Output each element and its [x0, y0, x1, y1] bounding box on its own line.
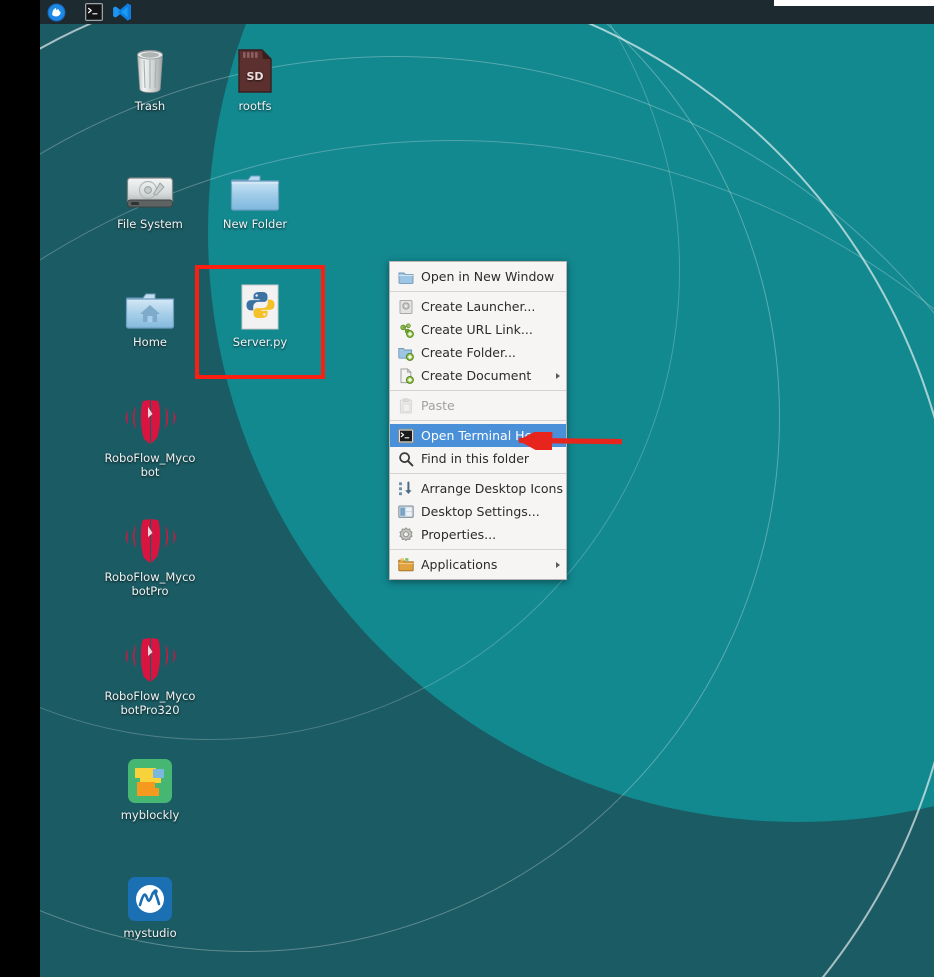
desktop-icon-label: rootfs: [238, 99, 272, 113]
menu-item-create-document[interactable]: Create Document: [390, 364, 566, 387]
desktop-icon-label: Home: [133, 335, 167, 349]
new-document-icon: [397, 367, 414, 384]
menu-item-label: Find in this folder: [421, 451, 530, 466]
desktop-icon-label: Server.py: [232, 335, 288, 349]
paste-icon: [397, 397, 414, 414]
menu-item-applications[interactable]: Applications: [390, 553, 566, 576]
menu-item-open-terminal-here[interactable]: Open Terminal Here: [390, 424, 566, 447]
roboflow-icon: [96, 636, 204, 684]
roboflow-icon: [96, 398, 204, 446]
menu-item-label: Properties...: [421, 527, 497, 542]
panel-separator: [72, 1, 78, 23]
desktop-icon-server-py[interactable]: Server.py: [206, 282, 314, 350]
menu-item-create-url-link[interactable]: Create URL Link...: [390, 318, 566, 341]
desktop-icon-file-system[interactable]: File System: [96, 164, 204, 232]
menu-item-create-launcher[interactable]: Create Launcher...: [390, 295, 566, 318]
terminal-icon[interactable]: [82, 1, 106, 23]
desktop-icon-roboflow-mycobotpro320[interactable]: RoboFlow_Myco botPro320: [96, 636, 204, 717]
menu-item-open-in-new-window[interactable]: Open in New Window: [390, 265, 566, 288]
top-panel[interactable]: [40, 0, 934, 24]
desktop-icon-label: File System: [117, 217, 183, 231]
desktop-icon-label: New Folder: [222, 217, 288, 231]
panel-right-strip: [774, 0, 934, 6]
menu-item-arrange-desktop-icons[interactable]: Arrange Desktop Icons: [390, 477, 566, 500]
menu-item-label: Open Terminal Here: [421, 428, 545, 443]
menu-item-label: Desktop Settings...: [421, 504, 540, 519]
menu-separator: [390, 390, 566, 391]
whisker-menu-icon[interactable]: [44, 1, 68, 23]
menu-item-label: Create Folder...: [421, 345, 516, 360]
desktop-icon-rootfs[interactable]: SD rootfs: [201, 46, 309, 114]
roboflow-icon: [96, 517, 204, 565]
menu-separator: [390, 420, 566, 421]
menu-separator: [390, 549, 566, 550]
menu-item-desktop-settings[interactable]: Desktop Settings...: [390, 500, 566, 523]
vscode-icon[interactable]: [110, 1, 134, 23]
desktop-icon-home[interactable]: Home: [96, 282, 204, 350]
home-folder-icon: [96, 282, 204, 330]
properties-gear-icon: [397, 526, 414, 543]
arrange-icon: [397, 480, 414, 497]
sd-card-icon: SD: [201, 46, 309, 94]
screen: Trash SD rootfs File System New Folder H…: [0, 0, 934, 977]
desktop-icon-label: myblockly: [120, 808, 180, 822]
menu-item-label: Create URL Link...: [421, 322, 533, 337]
svg-text:SD: SD: [246, 70, 263, 83]
search-icon: [397, 450, 414, 467]
desktop-context-menu[interactable]: Open in New Window Create Launcher... Cr…: [389, 261, 567, 580]
menu-item-properties[interactable]: Properties...: [390, 523, 566, 546]
desktop-icon-label: Trash: [134, 99, 166, 113]
url-link-icon: [397, 321, 414, 338]
menu-item-label: Arrange Desktop Icons: [421, 481, 563, 496]
submenu-arrow-icon: [556, 372, 560, 379]
desktop-icon-myblockly[interactable]: myblockly: [96, 755, 204, 823]
folder-open-icon: [397, 268, 414, 285]
desktop-icon-label: RoboFlow_Myco bot: [104, 451, 196, 479]
desktop-icon-label: RoboFlow_Myco botPro: [104, 570, 196, 598]
menu-separator: [390, 291, 566, 292]
desktop-icon-roboflow-mycobot[interactable]: RoboFlow_Myco bot: [96, 398, 204, 479]
menu-item-label: Paste: [421, 398, 455, 413]
new-folder-icon: [397, 344, 414, 361]
trash-icon: [96, 46, 204, 94]
folder-icon: [201, 164, 309, 212]
desktop-icon-new-folder[interactable]: New Folder: [201, 164, 309, 232]
desktop-settings-icon: [397, 503, 414, 520]
terminal-icon: [397, 427, 414, 444]
desktop-icon-label: RoboFlow_Myco botPro320: [104, 689, 196, 717]
menu-item-label: Open in New Window: [421, 269, 555, 284]
mystudio-icon: [96, 873, 204, 921]
applications-icon: [397, 556, 414, 573]
menu-item-find-in-this-folder[interactable]: Find in this folder: [390, 447, 566, 470]
menu-item-create-folder[interactable]: Create Folder...: [390, 341, 566, 364]
menu-item-label: Applications: [421, 557, 498, 572]
menu-item-label: Create Document: [421, 368, 532, 383]
desktop-icon-trash[interactable]: Trash: [96, 46, 204, 114]
menu-item-paste: Paste: [390, 394, 566, 417]
python-file-icon: [206, 282, 314, 330]
desktop-icon-label: mystudio: [123, 926, 177, 940]
myblockly-icon: [96, 755, 204, 803]
launcher-icon: [397, 298, 414, 315]
submenu-arrow-icon: [556, 561, 560, 568]
desktop-icon-roboflow-mycobotpro[interactable]: RoboFlow_Myco botPro: [96, 517, 204, 598]
desktop-icon-mystudio[interactable]: mystudio: [96, 873, 204, 941]
harddisk-icon: [96, 164, 204, 212]
menu-separator: [390, 473, 566, 474]
menu-item-label: Create Launcher...: [421, 299, 536, 314]
